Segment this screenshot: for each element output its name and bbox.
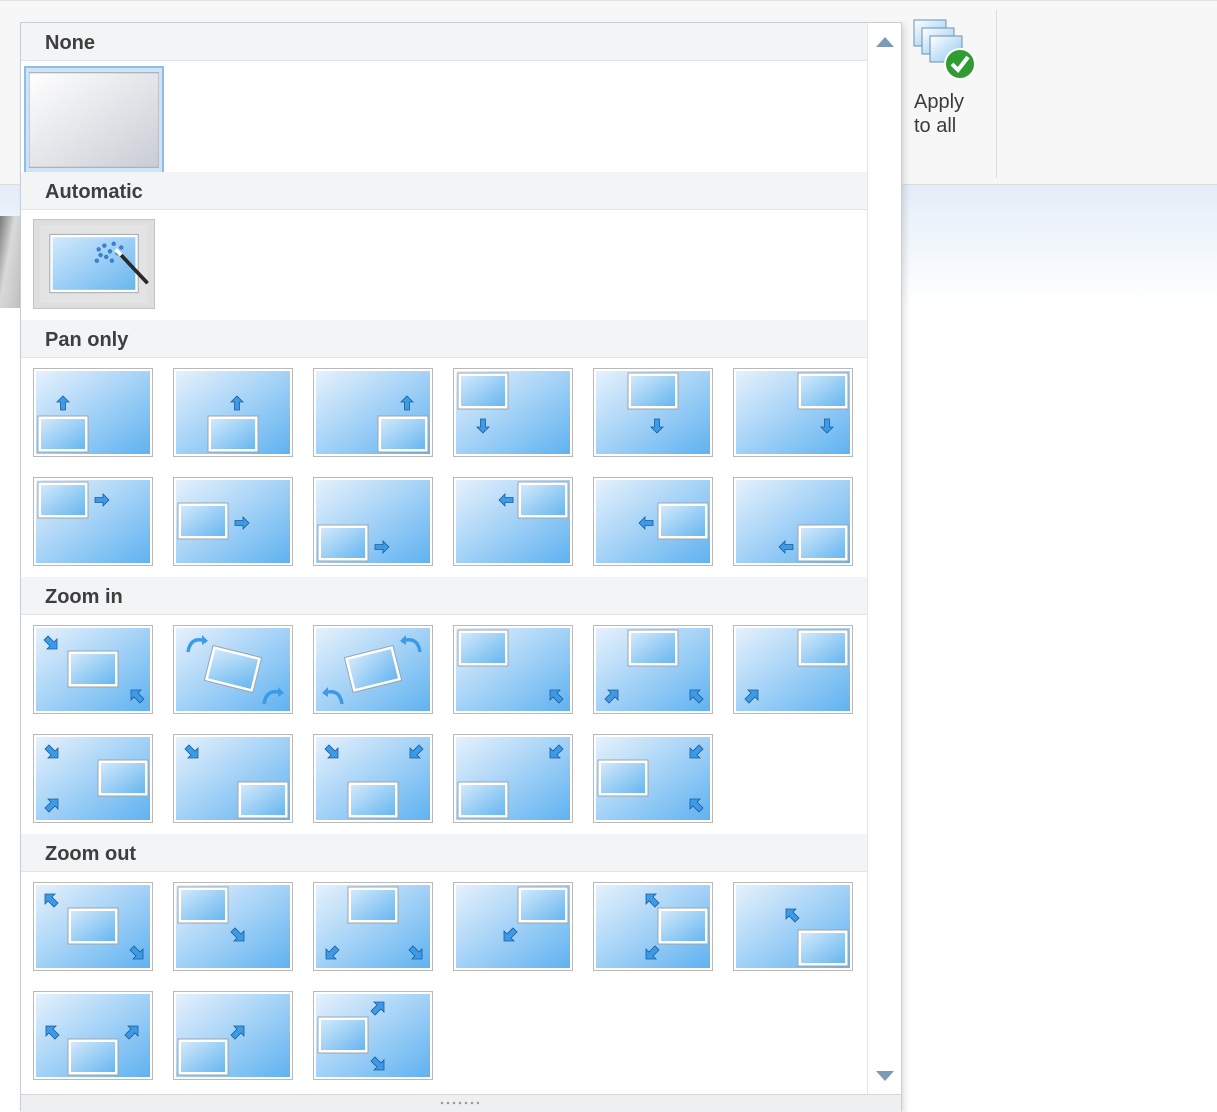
effect-pan-left-bottom-right-icon bbox=[736, 480, 850, 563]
effect-pan-up-bottom-left-icon bbox=[36, 371, 150, 454]
effect-zoom-in-bottom-left-icon bbox=[456, 737, 570, 820]
effect-zoom-in-top-center-icon bbox=[596, 628, 710, 711]
effect-zoom-out-middle-left-icon bbox=[316, 994, 430, 1077]
gallery-content: None Automatic Pan only Zoom in Zoom out bbox=[21, 23, 867, 1094]
effect-zoom-in-bottom-right-icon bbox=[176, 737, 290, 820]
pan-zoom-gallery[interactable]: None Automatic Pan only Zoom in Zoom out bbox=[20, 22, 902, 1112]
effect-pan-left-middle-right[interactable] bbox=[593, 477, 713, 566]
effect-zoom-out-top-center-icon bbox=[316, 885, 430, 968]
effect-zoom-out-top-left[interactable] bbox=[173, 882, 293, 971]
effect-none-icon bbox=[29, 72, 159, 168]
effect-zoom-out-bottom-right[interactable] bbox=[733, 882, 853, 971]
effect-zoom-in-rotate-left[interactable] bbox=[313, 625, 433, 714]
effect-pan-up-bottom-center[interactable] bbox=[173, 368, 293, 457]
section-header: Pan only bbox=[21, 320, 867, 358]
effect-zoom-in-bottom-center[interactable] bbox=[313, 734, 433, 823]
section-label: Pan only bbox=[45, 329, 129, 351]
effect-pan-left-top-right[interactable] bbox=[453, 477, 573, 566]
storyboard-photo-thumbnail[interactable] bbox=[0, 216, 22, 308]
section-label: Zoom in bbox=[45, 586, 123, 608]
effect-zoom-in-top-left[interactable] bbox=[453, 625, 573, 714]
apply-to-all-icon bbox=[913, 19, 976, 80]
effect-zoom-in-bottom-right[interactable] bbox=[173, 734, 293, 823]
effect-pan-up-bottom-left[interactable] bbox=[33, 368, 153, 457]
gallery-scrollbar[interactable] bbox=[867, 23, 901, 1094]
effect-pan-down-top-left-icon bbox=[456, 371, 570, 454]
effect-zoom-out-middle-left[interactable] bbox=[313, 991, 433, 1080]
effect-pan-right-bottom-left[interactable] bbox=[313, 477, 433, 566]
effect-zoom-in-rotate-right-icon bbox=[176, 628, 290, 711]
apply-to-all-label: Apply to all bbox=[914, 91, 965, 137]
effect-automatic[interactable] bbox=[33, 219, 155, 309]
scroll-down-arrow-icon[interactable] bbox=[876, 1071, 894, 1081]
effect-zoom-out-bottom-left[interactable] bbox=[173, 991, 293, 1080]
effect-zoom-in-middle-right-icon bbox=[36, 737, 150, 820]
effect-zoom-out-top-center[interactable] bbox=[313, 882, 433, 971]
effect-zoom-out-middle-right-icon bbox=[596, 885, 710, 968]
effect-pan-down-top-right-icon bbox=[736, 371, 850, 454]
effect-pan-up-bottom-right-icon bbox=[316, 371, 430, 454]
effect-zoom-out-center[interactable] bbox=[33, 882, 153, 971]
effect-zoom-out-center-icon bbox=[36, 885, 150, 968]
effect-zoom-in-middle-left[interactable] bbox=[593, 734, 713, 823]
effect-zoom-in-top-center[interactable] bbox=[593, 625, 713, 714]
section-header: None bbox=[21, 23, 867, 61]
effect-zoom-out-bottom-left-icon bbox=[176, 994, 290, 1077]
effect-pan-right-top-left-icon bbox=[36, 480, 150, 563]
effect-zoom-out-top-right[interactable] bbox=[453, 882, 573, 971]
effect-pan-down-top-right[interactable] bbox=[733, 368, 853, 457]
gallery-resize-grip[interactable] bbox=[21, 1094, 901, 1112]
effect-zoom-in-bottom-left[interactable] bbox=[453, 734, 573, 823]
effect-zoom-out-middle-right[interactable] bbox=[593, 882, 713, 971]
effect-pan-up-bottom-center-icon bbox=[176, 371, 290, 454]
section-label: None bbox=[45, 32, 95, 54]
effect-zoom-in-center[interactable] bbox=[33, 625, 153, 714]
effect-automatic-icon bbox=[40, 225, 149, 303]
effect-zoom-in-middle-right[interactable] bbox=[33, 734, 153, 823]
effect-pan-right-middle-left[interactable] bbox=[173, 477, 293, 566]
grip-dots-icon bbox=[439, 1100, 479, 1106]
effect-zoom-in-top-right-icon bbox=[736, 628, 850, 711]
effect-zoom-in-rotate-right[interactable] bbox=[173, 625, 293, 714]
section-header: Zoom out bbox=[21, 834, 867, 872]
effect-none[interactable] bbox=[24, 66, 164, 174]
effect-pan-left-middle-right-icon bbox=[596, 480, 710, 563]
effect-zoom-in-top-left-icon bbox=[456, 628, 570, 711]
effect-zoom-out-top-right-icon bbox=[456, 885, 570, 968]
section-header: Zoom in bbox=[21, 577, 867, 615]
effect-zoom-out-bottom-center-icon bbox=[36, 994, 150, 1077]
effect-zoom-in-top-right[interactable] bbox=[733, 625, 853, 714]
effect-zoom-in-bottom-center-icon bbox=[316, 737, 430, 820]
effect-pan-right-bottom-left-icon bbox=[316, 480, 430, 563]
effect-zoom-out-bottom-right-icon bbox=[736, 885, 850, 968]
effect-pan-right-middle-left-icon bbox=[176, 480, 290, 563]
effect-zoom-out-bottom-center[interactable] bbox=[33, 991, 153, 1080]
apply-to-all-button[interactable]: Apply to all bbox=[908, 16, 988, 146]
section-label: Automatic bbox=[45, 181, 143, 203]
scroll-up-arrow-icon[interactable] bbox=[876, 37, 894, 47]
section-header: Automatic bbox=[21, 172, 867, 210]
effect-zoom-in-center-icon bbox=[36, 628, 150, 711]
effect-pan-left-bottom-right[interactable] bbox=[733, 477, 853, 566]
section-label: Zoom out bbox=[45, 843, 137, 865]
effect-zoom-in-rotate-left-icon bbox=[316, 628, 430, 711]
effect-pan-down-top-center[interactable] bbox=[593, 368, 713, 457]
effect-pan-left-top-right-icon bbox=[456, 480, 570, 563]
effect-zoom-out-top-left-icon bbox=[176, 885, 290, 968]
effect-pan-right-top-left[interactable] bbox=[33, 477, 153, 566]
effect-pan-down-top-center-icon bbox=[596, 371, 710, 454]
effect-pan-up-bottom-right[interactable] bbox=[313, 368, 433, 457]
effect-zoom-in-middle-left-icon bbox=[596, 737, 710, 820]
effect-pan-down-top-left[interactable] bbox=[453, 368, 573, 457]
